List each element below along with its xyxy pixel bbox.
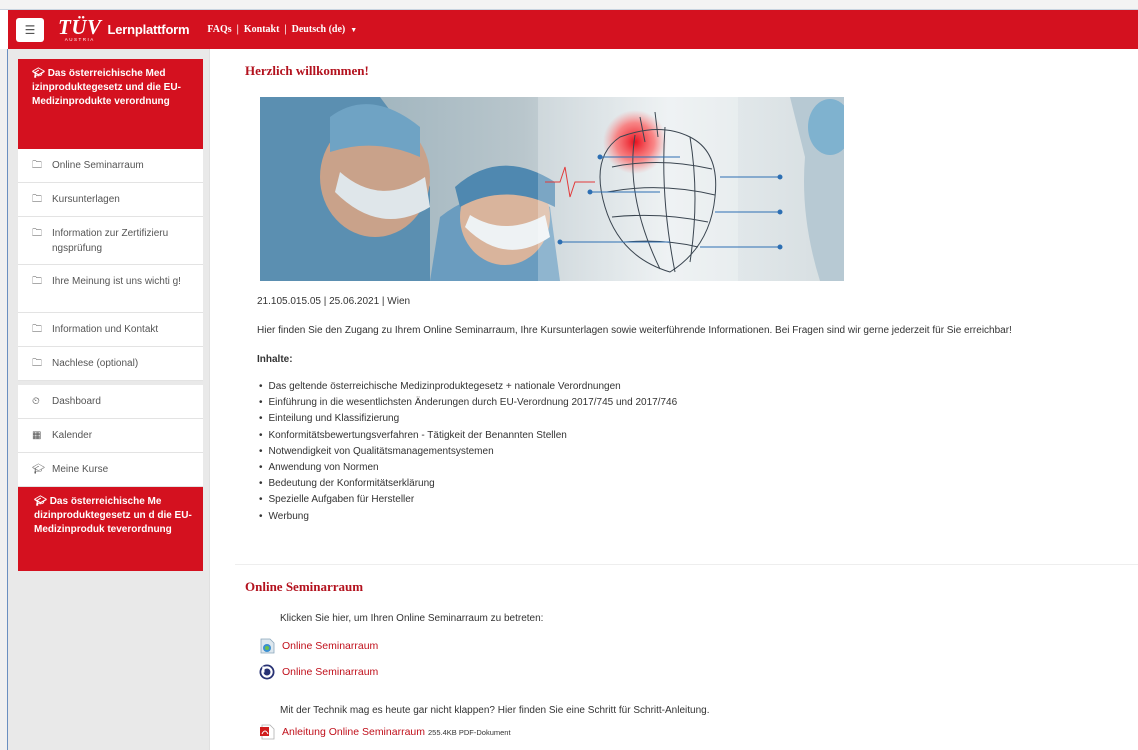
- file-size: 255.4KB PDF-Dokument: [428, 727, 511, 737]
- list-item: Anwendung von Normen: [259, 460, 677, 476]
- graduation-cap-icon: 🎓︎: [34, 496, 47, 507]
- brand-name: Lernplattform: [107, 22, 190, 37]
- list-item: Bedeutung der Konformitätserklärung: [259, 476, 677, 492]
- top-navbar: ☰ TÜV AUSTRIA Lernplattform FAQs | Konta…: [8, 10, 1138, 49]
- folder-icon: 🗀︎: [32, 324, 42, 335]
- hero-illustration: [260, 97, 844, 281]
- brand[interactable]: TÜV AUSTRIA Lernplattform: [58, 14, 190, 43]
- sidebar-item-information-kontakt[interactable]: 🗀︎ Information und Kontakt: [18, 313, 203, 347]
- folder-icon: 🗀︎: [32, 358, 42, 369]
- folder-icon: 🗀︎: [32, 194, 42, 205]
- list-item: Werbung: [259, 509, 677, 525]
- calendar-icon: ▦: [32, 430, 42, 441]
- sidebar-item-dashboard[interactable]: ⏲︎ Dashboard: [18, 385, 203, 419]
- sidebar: 🎓︎ Das österreichische Med izinproduktege…: [8, 49, 210, 750]
- tech-help-text: Mit der Technik mag es heute gar nicht k…: [280, 705, 710, 716]
- contents-label: Inhalte:: [257, 354, 293, 365]
- list-item: Spezielle Aufgaben für Hersteller: [259, 492, 677, 508]
- list-item: Konformitätsbewertungsverfahren - Tätigk…: [259, 428, 677, 444]
- sidebar-item-zertifizierung[interactable]: 🗀︎ Information zur Zertifizieru ngsprüfu…: [18, 217, 203, 265]
- list-item: Einführung in die wesentlichsten Änderun…: [259, 395, 678, 411]
- nav-separator: |: [284, 24, 287, 35]
- seminar-link-1[interactable]: Online Seminarraum: [259, 638, 378, 654]
- course-meta: 21.105.015.05 | 25.06.2021 | Wien: [257, 296, 411, 307]
- nav-links: FAQs | Kontakt | Deutsch (de) ▼: [207, 24, 357, 35]
- sidebar-course-link[interactable]: 🎓︎ Das österreichische Me dizinproduktege…: [18, 487, 203, 571]
- folder-icon: 🗀︎: [32, 160, 42, 171]
- nav-separator: |: [236, 24, 239, 35]
- seminar-link-2[interactable]: Online Seminarraum: [259, 664, 378, 680]
- main-content: Herzlich willkommen! 21.105.015.05 | 25.…: [211, 49, 1138, 750]
- graduation-cap-icon: 🎓︎: [32, 68, 45, 79]
- list-item: Das geltende österreichische Medizinprod…: [259, 379, 677, 395]
- main-nav: ⏲︎ Dashboard ▦ Kalender 🎓︎ Meine Kurse: [18, 385, 203, 487]
- topic-list: Das geltende österreichische Medizinprod…: [259, 379, 678, 525]
- caret-down-icon[interactable]: ▼: [350, 26, 357, 34]
- sidebar-item-meine-kurse[interactable]: 🎓︎ Meine Kurse: [18, 453, 203, 487]
- list-item: Notwendigkeit von Qualitätsmanagementsys…: [259, 444, 677, 460]
- list-item: Einteilung und Klassifizierung: [259, 411, 677, 427]
- page-title: Herzlich willkommen!: [245, 63, 369, 78]
- nav-link-faqs[interactable]: FAQs: [207, 24, 231, 35]
- course-sections: 🗀︎ Online Seminarraum 🗀︎ Kursunterlagen …: [18, 149, 203, 381]
- seminar-instructions: Klicken Sie hier, um Ihren Online Semina…: [280, 613, 544, 624]
- sidebar-item-meinung[interactable]: 🗀︎ Ihre Meinung ist uns wichti g!: [18, 265, 203, 313]
- intro-text: Hier finden Sie den Zugang zu Ihrem Onli…: [257, 325, 1012, 336]
- window-left-edge: [0, 49, 8, 750]
- folder-icon: 🗀︎: [32, 228, 42, 239]
- sidebar-item-kalender[interactable]: ▦ Kalender: [18, 419, 203, 453]
- nav-link-kontakt[interactable]: Kontakt: [244, 24, 280, 35]
- sidebar-course-current[interactable]: 🎓︎ Das österreichische Med izinproduktege…: [18, 59, 203, 149]
- section-divider: [235, 564, 1138, 565]
- tuv-logo: TÜV AUSTRIA: [58, 14, 102, 42]
- section-title-seminar: Online Seminarraum: [245, 579, 364, 594]
- sidebar-item-nachlese[interactable]: 🗀︎ Nachlese (optional): [18, 347, 203, 381]
- sidebar-item-kursunterlagen[interactable]: 🗀︎ Kursunterlagen: [18, 183, 203, 217]
- window-frame: [0, 0, 1138, 10]
- pdf-icon: [259, 724, 275, 740]
- folder-icon: 🗀︎: [32, 276, 42, 287]
- bigbluebutton-icon: [259, 664, 275, 680]
- pdf-guide-link[interactable]: Anleitung Online Seminarraum 255.4KB PDF…: [259, 724, 511, 740]
- graduation-cap-icon: 🎓︎: [32, 464, 45, 475]
- hamburger-icon[interactable]: ☰: [16, 17, 44, 42]
- dashboard-icon: ⏲︎: [32, 396, 40, 407]
- language-menu[interactable]: Deutsch (de): [292, 24, 346, 35]
- sidebar-item-online-seminarraum[interactable]: 🗀︎ Online Seminarraum: [18, 149, 203, 183]
- webinar-app-icon: [259, 638, 275, 654]
- hero-image: [260, 97, 844, 281]
